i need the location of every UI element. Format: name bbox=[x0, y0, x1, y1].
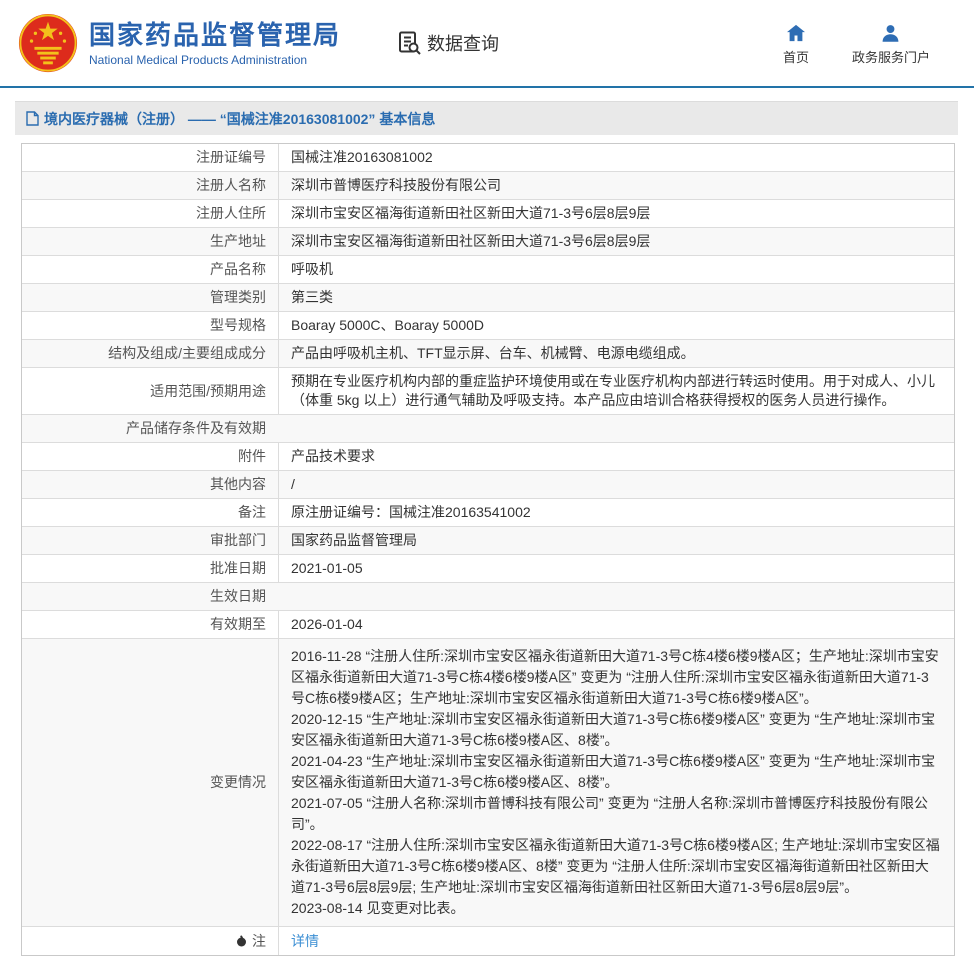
row-storage-conditions: 产品储存条件及有效期 bbox=[22, 415, 954, 443]
row-production-address: 生产地址 深圳市宝安区福海街道新田社区新田大道71-3号6层8层9层 bbox=[22, 228, 954, 256]
row-value: 产品技术要求 bbox=[278, 443, 954, 470]
row-attachment: 附件 产品技术要求 bbox=[22, 443, 954, 471]
row-label: 结构及组成/主要组成成分 bbox=[22, 340, 278, 367]
row-model-spec: 型号规格 Boaray 5000C、Boaray 5000D bbox=[22, 312, 954, 340]
note-icon bbox=[236, 935, 247, 948]
data-query-label: 数据查询 bbox=[427, 30, 499, 56]
row-value: 深圳市宝安区福海街道新田社区新田大道71-3号6层8层9层 bbox=[278, 200, 954, 227]
row-label: 审批部门 bbox=[22, 527, 278, 554]
row-valid-until: 有效期至 2026-01-04 bbox=[22, 611, 954, 639]
row-label: 管理类别 bbox=[22, 284, 278, 311]
row-value: 第三类 bbox=[278, 284, 954, 311]
row-value: 原注册证编号：国械注准20163541002 bbox=[278, 499, 954, 526]
row-note: 注 详情 bbox=[22, 927, 954, 955]
row-change-history: 变更情况 2016-11-28 “注册人住所:深圳市宝安区福永街道新田大道71-… bbox=[22, 639, 954, 927]
row-value: 国家药品监督管理局 bbox=[278, 527, 954, 554]
row-label: 产品名称 bbox=[22, 256, 278, 283]
data-query-section[interactable]: 数据查询 bbox=[396, 30, 499, 56]
row-label: 适用范围/预期用途 bbox=[22, 368, 278, 414]
note-label: 注 bbox=[252, 932, 266, 951]
row-label: 变更情况 bbox=[22, 639, 278, 926]
row-label: 注 bbox=[22, 927, 278, 955]
site-title-block: 国家药品监督管理局 National Medical Products Admi… bbox=[89, 20, 341, 67]
row-value: 2016-11-28 “注册人住所:深圳市宝安区福永街道新田大道71-3号C栋4… bbox=[278, 639, 954, 926]
data-query-icon bbox=[396, 30, 422, 56]
document-icon bbox=[26, 111, 39, 126]
row-label: 注册人名称 bbox=[22, 172, 278, 199]
row-value: 详情 bbox=[278, 927, 954, 955]
row-label: 产品储存条件及有效期 bbox=[22, 415, 278, 442]
row-value: Boaray 5000C、Boaray 5000D bbox=[278, 312, 954, 339]
nav-home-label: 首页 bbox=[783, 47, 809, 66]
nav-portal-label: 政务服务门户 bbox=[852, 47, 930, 66]
row-management-category: 管理类别 第三类 bbox=[22, 284, 954, 312]
row-value: 国械注准20163081002 bbox=[278, 144, 954, 171]
row-effective-date: 生效日期 bbox=[22, 583, 954, 611]
row-label: 备注 bbox=[22, 499, 278, 526]
user-icon bbox=[881, 24, 900, 42]
row-structure-composition: 结构及组成/主要组成成分 产品由呼吸机主机、TFT显示屏、台车、机械臂、电源电缆… bbox=[22, 340, 954, 368]
header-nav: 首页 政务服务门户 bbox=[776, 24, 930, 66]
page-header: 国家药品监督管理局 National Medical Products Admi… bbox=[0, 0, 974, 88]
row-label: 批准日期 bbox=[22, 555, 278, 582]
row-label: 注册证编号 bbox=[22, 144, 278, 171]
row-value: 预期在专业医疗机构内部的重症监护环境使用或在专业医疗机构内部进行转运时使用。用于… bbox=[278, 368, 954, 414]
nav-item-service-portal[interactable]: 政务服务门户 bbox=[852, 24, 930, 66]
row-value bbox=[278, 415, 954, 442]
row-value: 产品由呼吸机主机、TFT显示屏、台车、机械臂、电源电缆组成。 bbox=[278, 340, 954, 367]
row-intended-use: 适用范围/预期用途 预期在专业医疗机构内部的重症监护环境使用或在专业医疗机构内部… bbox=[22, 368, 954, 415]
row-value: 呼吸机 bbox=[278, 256, 954, 283]
breadcrumb: 境内医疗器械（注册） —— “国械注准20163081002” 基本信息 bbox=[15, 101, 958, 135]
row-value: 深圳市普博医疗科技股份有限公司 bbox=[278, 172, 954, 199]
row-label: 生产地址 bbox=[22, 228, 278, 255]
nmpa-emblem-icon bbox=[17, 12, 79, 74]
nav-item-home[interactable]: 首页 bbox=[776, 24, 816, 66]
row-label: 附件 bbox=[22, 443, 278, 470]
row-registrant-name: 注册人名称 深圳市普博医疗科技股份有限公司 bbox=[22, 172, 954, 200]
site-title-en: National Medical Products Administration bbox=[89, 53, 341, 67]
row-label: 注册人住所 bbox=[22, 200, 278, 227]
site-title-cn: 国家药品监督管理局 bbox=[89, 20, 341, 50]
row-value: / bbox=[278, 471, 954, 498]
detail-link[interactable]: 详情 bbox=[291, 932, 319, 951]
row-cert-number: 注册证编号 国械注准20163081002 bbox=[22, 144, 954, 172]
home-icon bbox=[786, 24, 806, 42]
row-value: 2021-01-05 bbox=[278, 555, 954, 582]
row-value: 深圳市宝安区福海街道新田社区新田大道71-3号6层8层9层 bbox=[278, 228, 954, 255]
row-approval-date: 批准日期 2021-01-05 bbox=[22, 555, 954, 583]
row-product-name: 产品名称 呼吸机 bbox=[22, 256, 954, 284]
breadcrumb-text: 境内医疗器械（注册） —— “国械注准20163081002” 基本信息 bbox=[44, 109, 435, 129]
row-registrant-address: 注册人住所 深圳市宝安区福海街道新田社区新田大道71-3号6层8层9层 bbox=[22, 200, 954, 228]
row-value bbox=[278, 583, 954, 610]
row-label: 型号规格 bbox=[22, 312, 278, 339]
row-remarks: 备注 原注册证编号：国械注准20163541002 bbox=[22, 499, 954, 527]
row-value: 2026-01-04 bbox=[278, 611, 954, 638]
row-label: 有效期至 bbox=[22, 611, 278, 638]
row-approval-department: 审批部门 国家药品监督管理局 bbox=[22, 527, 954, 555]
row-label: 生效日期 bbox=[22, 583, 278, 610]
registration-detail-table: 注册证编号 国械注准20163081002 注册人名称 深圳市普博医疗科技股份有… bbox=[21, 143, 955, 956]
row-label: 其他内容 bbox=[22, 471, 278, 498]
row-other-content: 其他内容 / bbox=[22, 471, 954, 499]
